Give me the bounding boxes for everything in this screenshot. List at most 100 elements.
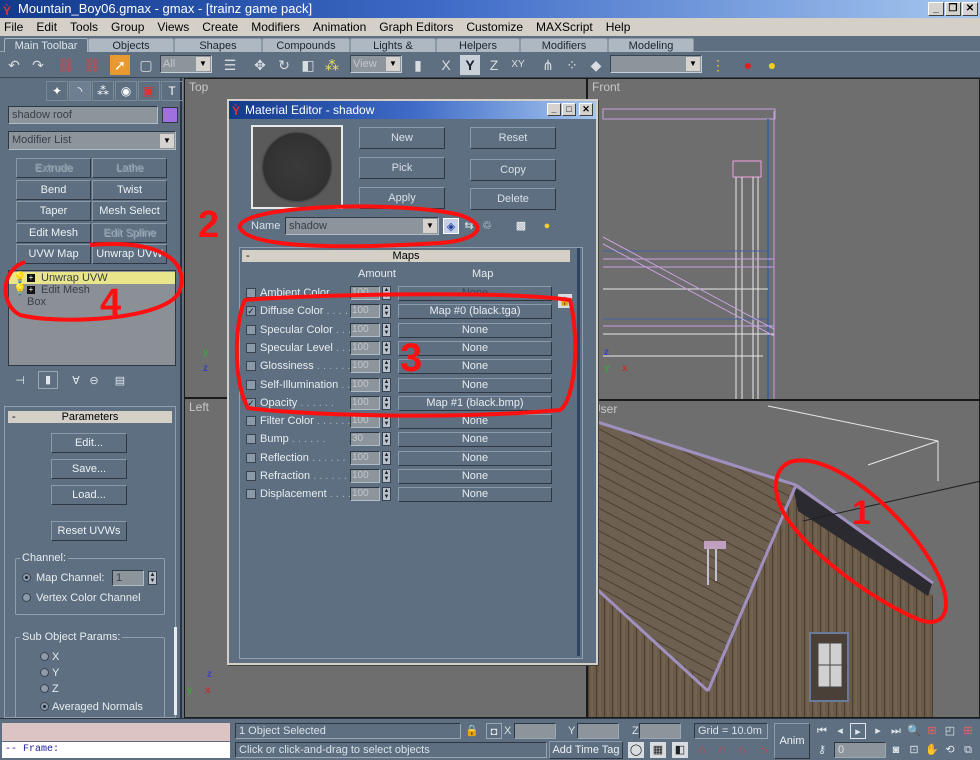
map-amount-field[interactable]: 100 [350,487,380,502]
map-amount-spinner[interactable]: ▲ ▼ [382,432,391,447]
reset-uvws-button[interactable]: Reset UVWs [51,521,127,541]
tab-objects[interactable]: Objects [88,38,174,53]
hierarchy-icon[interactable]: ⁂ [92,81,114,101]
menu-maxscript[interactable]: MAXScript [536,18,593,36]
tab-helpers[interactable]: Helpers [436,38,520,53]
menu-group[interactable]: Group [111,18,144,36]
menu-animation[interactable]: Animation [313,18,366,36]
modifier-button-uvw-map[interactable]: UVW Map [16,244,91,264]
map-amount-field[interactable]: 100 [350,286,380,300]
map-amount-spinner[interactable]: ▲ ▼ [382,450,391,465]
maxscript-listener-input[interactable]: -- Frame: [2,742,230,758]
apply-button[interactable]: Apply [359,187,445,209]
map-slot-button[interactable]: None [398,487,552,503]
map-amount-field[interactable]: 30 [350,432,380,447]
map-amount-field[interactable]: 100 [350,469,380,483]
close-button[interactable]: ✕ [962,2,978,16]
create-icon[interactable]: ✦ [46,81,68,101]
map-amount-field[interactable]: 100 [350,377,380,392]
delete-button[interactable]: Delete [470,188,556,210]
map-slot-button[interactable]: None [398,450,552,466]
assign-material-icon[interactable]: ♲ [479,218,495,234]
map-amount-field[interactable]: 100 [350,359,380,374]
align-icon[interactable]: ◆ [586,55,606,75]
rotate-icon[interactable]: ↻ [274,55,294,75]
snap-3d-icon[interactable]: ∩ [694,742,710,758]
redo-icon[interactable]: ↷ [28,55,48,75]
time-config-icon[interactable]: ◙ [888,742,904,758]
map-amount-spinner[interactable]: ▲ ▼ [382,487,391,502]
map-enable-checkbox[interactable] [246,416,256,427]
pivot-icon[interactable]: ⁂ [322,55,342,75]
map-amount-field[interactable]: 100 [350,322,380,337]
reference-coord-dropdown[interactable]: View ▼ [350,55,402,73]
map-enable-checkbox[interactable]: ✓ [246,306,256,317]
axis-z-button[interactable]: Z [484,55,504,75]
field-of-view-icon[interactable]: ⊡ [906,742,922,758]
map-channel-spinner[interactable]: ▲ ▼ [148,571,157,585]
map-slot-button[interactable]: None [398,432,552,448]
selection-filter-dropdown[interactable]: All ▼ [160,55,212,73]
checker-background-icon[interactable]: ▩ [513,218,529,234]
zoom-all-icon[interactable]: ⊞ [924,723,940,739]
isolate-icon[interactable]: ◯ [628,742,644,758]
map-slot-button[interactable]: None [398,469,552,484]
named-selection-dropdown[interactable]: ▼ [610,55,702,73]
menu-edit[interactable]: Edit [36,18,57,36]
menu-create[interactable]: Create [202,18,238,36]
modifier-button-unwrap-uvw[interactable]: Unwrap UVW [92,244,167,264]
y-radio[interactable] [40,668,49,677]
menu-help[interactable]: Help [606,18,631,36]
map-amount-field[interactable]: 100 [350,395,380,410]
map-amount-field[interactable]: 100 [350,450,380,465]
stack-item[interactable]: 💡 + Unwrap UVW [9,272,175,284]
stack-item[interactable]: 💡 + Edit Mesh [9,284,175,296]
utilities-icon[interactable]: T [161,81,183,101]
averaged-normals-radio[interactable] [40,702,49,711]
material-preview-slot[interactable] [251,125,343,209]
load-button[interactable]: Load... [51,485,127,505]
map-enable-checkbox[interactable] [246,342,256,353]
pan-icon[interactable]: ✋ [924,742,940,758]
modifier-button-edit-mesh[interactable]: Edit Mesh [16,222,91,243]
material-editor-title-bar[interactable]: Ỳ Material Editor - shadow _ □ ✕ [229,101,596,119]
material-name-dropdown[interactable]: shadow ▼ [285,217,439,235]
map-enable-checkbox[interactable] [246,379,256,390]
pin-stack-icon[interactable]: ⊣ [12,373,28,389]
map-amount-spinner[interactable]: ▲ ▼ [382,395,391,410]
modify-icon[interactable]: ◝ [69,81,91,101]
menu-views[interactable]: Views [157,18,189,36]
tab-shapes[interactable]: Shapes [174,38,262,53]
expand-icon[interactable]: + [27,286,35,294]
mirror-icon[interactable]: ⋔ [538,55,558,75]
menu-customize[interactable]: Customize [466,18,523,36]
degradation-icon[interactable]: ◧ [672,742,688,758]
animate-button[interactable]: Anim [774,723,810,759]
modifier-button-bend[interactable]: Bend [16,179,91,200]
map-enable-checkbox[interactable] [246,324,256,335]
tab-modeling[interactable]: Modeling [608,38,694,53]
material-editor-icon[interactable]: ● [738,55,758,75]
viewport-front[interactable]: Front z y x [587,78,980,400]
object-name-field[interactable]: shadow roof [8,106,158,124]
y-coordinate-field[interactable] [577,723,619,739]
array-icon[interactable]: ⁘ [562,55,582,75]
percent-snap-icon[interactable]: ∩ [734,742,750,758]
restore-button[interactable]: ❐ [945,2,961,16]
maps-rollout-header[interactable]: - Maps [242,250,570,262]
next-frame-icon[interactable]: ▸ [870,723,886,739]
render-icon[interactable]: ● [762,55,782,75]
map-enable-checkbox[interactable] [246,471,256,481]
tab-main-toolbar[interactable]: Main Toolbar [4,38,88,53]
maximize-viewport-icon[interactable]: ⧉ [960,742,976,758]
link-icon[interactable]: ⛓ [56,55,76,75]
unlink-icon[interactable]: ⛓ [82,55,102,75]
map-slot-button[interactable]: Map #1 (black.bmp) [398,395,552,411]
arc-rotate-icon[interactable]: ⟲ [942,742,958,758]
map-amount-spinner[interactable]: ▲ ▼ [382,469,391,483]
edit-button[interactable]: Edit... [51,433,127,453]
object-color-swatch[interactable] [162,107,178,123]
material-effects-icon[interactable]: ● [539,218,555,234]
put-to-scene-icon[interactable]: ⇆ [461,218,477,234]
tab-lights-cameras[interactable]: Lights & Cameras [350,38,436,66]
